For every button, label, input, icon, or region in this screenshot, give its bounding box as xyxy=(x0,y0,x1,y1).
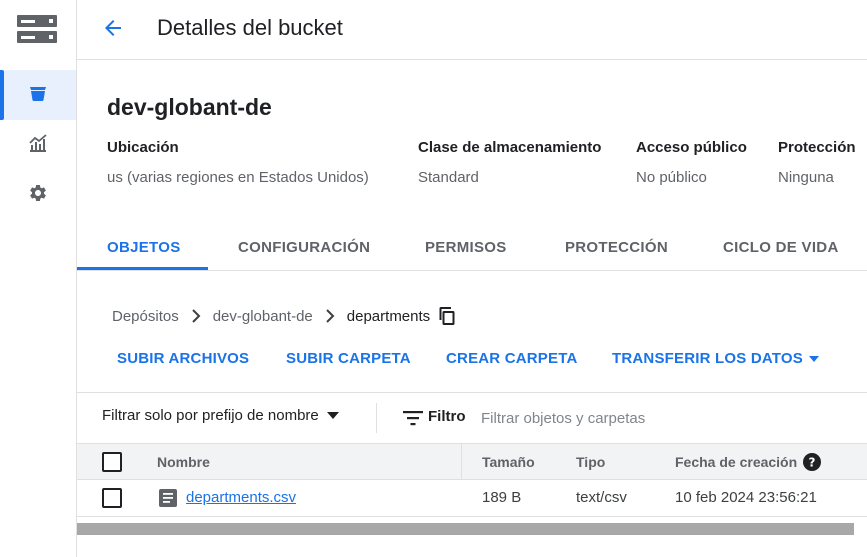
svg-text:?: ? xyxy=(809,455,816,469)
file-size-cell: 189 B xyxy=(482,489,522,506)
scrollbar-thumb[interactable] xyxy=(77,523,854,535)
nav-buckets[interactable] xyxy=(0,70,76,120)
horizontal-scrollbar[interactable] xyxy=(77,523,854,535)
copy-icon[interactable] xyxy=(438,306,456,326)
bucket-name: dev-globant-de xyxy=(107,94,272,120)
file-created-cell: 10 feb 2024 23:56:21 xyxy=(675,489,817,506)
transfer-data-label: TRANSFERIR LOS DATOS xyxy=(612,350,803,367)
column-header-name[interactable]: Nombre xyxy=(157,444,210,479)
file-icon xyxy=(159,488,177,507)
dropdown-arrow-icon xyxy=(326,412,339,419)
tab-objects[interactable]: OBJETOS xyxy=(107,225,181,270)
nav-settings[interactable] xyxy=(0,170,76,220)
table-row: departments.csv 189 B text/csv 10 feb 20… xyxy=(77,480,867,517)
storage-logo-icon xyxy=(16,13,58,45)
column-header-type[interactable]: Tipo xyxy=(576,444,605,479)
tab-configuration[interactable]: CONFIGURACIÓN xyxy=(238,225,370,270)
column-header-created[interactable]: Fecha de creación ? xyxy=(675,444,822,479)
upload-files-button[interactable]: SUBIR ARCHIVOS xyxy=(117,350,249,367)
filter-label: Filtro xyxy=(428,408,466,425)
create-folder-button[interactable]: CREAR CARPETA xyxy=(446,350,578,367)
breadcrumb: Depósitos dev-globant-de departments xyxy=(112,304,456,328)
monitoring-icon xyxy=(28,133,48,158)
storage-class-value: Standard xyxy=(418,169,479,186)
top-bar: Detalles del bucket xyxy=(77,0,867,60)
protection-value: Ninguna xyxy=(778,169,834,186)
file-name-cell: departments.csv xyxy=(159,480,296,515)
prefix-filter-select[interactable]: Filtrar solo por prefijo de nombre xyxy=(102,407,339,424)
tab-lifecycle[interactable]: CICLO DE VIDA xyxy=(723,225,839,270)
file-type-cell: text/csv xyxy=(576,489,627,506)
chevron-right-icon xyxy=(191,309,201,323)
row-checkbox[interactable] xyxy=(102,488,122,508)
filter-input[interactable] xyxy=(481,405,851,431)
nav-monitoring[interactable] xyxy=(0,120,76,170)
upload-folder-button[interactable]: SUBIR CARPETA xyxy=(286,350,411,367)
column-header-size[interactable]: Tamaño xyxy=(482,444,535,479)
dropdown-arrow-icon xyxy=(808,355,819,362)
tab-bar: OBJETOS CONFIGURACIÓN PERMISOS PROTECCIÓ… xyxy=(77,225,867,271)
page-title: Detalles del bucket xyxy=(157,15,343,40)
file-name-link[interactable]: departments.csv xyxy=(186,489,296,506)
back-arrow-icon xyxy=(101,16,125,45)
prefix-filter-label: Filtrar solo por prefijo de nombre xyxy=(102,407,319,424)
public-access-label: Acceso público xyxy=(636,139,747,156)
select-all-checkbox[interactable] xyxy=(102,452,122,472)
active-tab-indicator xyxy=(77,267,208,270)
tab-protection[interactable]: PROTECCIÓN xyxy=(565,225,668,270)
location-label: Ubicación xyxy=(107,139,179,156)
filter-divider xyxy=(376,403,377,433)
storage-class-label: Clase de almacenamiento xyxy=(418,139,602,156)
filter-bar: Filtrar solo por prefijo de nombre Filtr… xyxy=(77,393,867,443)
filter-icon xyxy=(403,410,423,431)
settings-icon xyxy=(28,183,48,208)
column-header-created-label: Fecha de creación xyxy=(675,453,798,470)
protection-label: Protección xyxy=(778,139,856,156)
breadcrumb-bucket[interactable]: dev-globant-de xyxy=(213,308,313,325)
bucket-icon xyxy=(28,83,48,108)
left-nav-rail xyxy=(0,0,77,557)
breadcrumb-folder: departments xyxy=(346,307,431,325)
transfer-data-button[interactable]: TRANSFERIR LOS DATOS xyxy=(612,350,819,367)
location-value: us (varias regiones en Estados Unidos) xyxy=(107,169,369,186)
protection-info: Protección Ninguna xyxy=(778,130,867,200)
breadcrumb-buckets[interactable]: Depósitos xyxy=(112,308,179,325)
table-header: Nombre Tamaño Tipo Fecha de creación ? xyxy=(77,443,867,516)
back-button[interactable] xyxy=(97,14,129,46)
public-access-value: No público xyxy=(636,169,707,186)
help-icon[interactable]: ? xyxy=(803,452,822,471)
tab-permissions[interactable]: PERMISOS xyxy=(425,225,507,270)
chevron-right-icon xyxy=(325,309,335,323)
